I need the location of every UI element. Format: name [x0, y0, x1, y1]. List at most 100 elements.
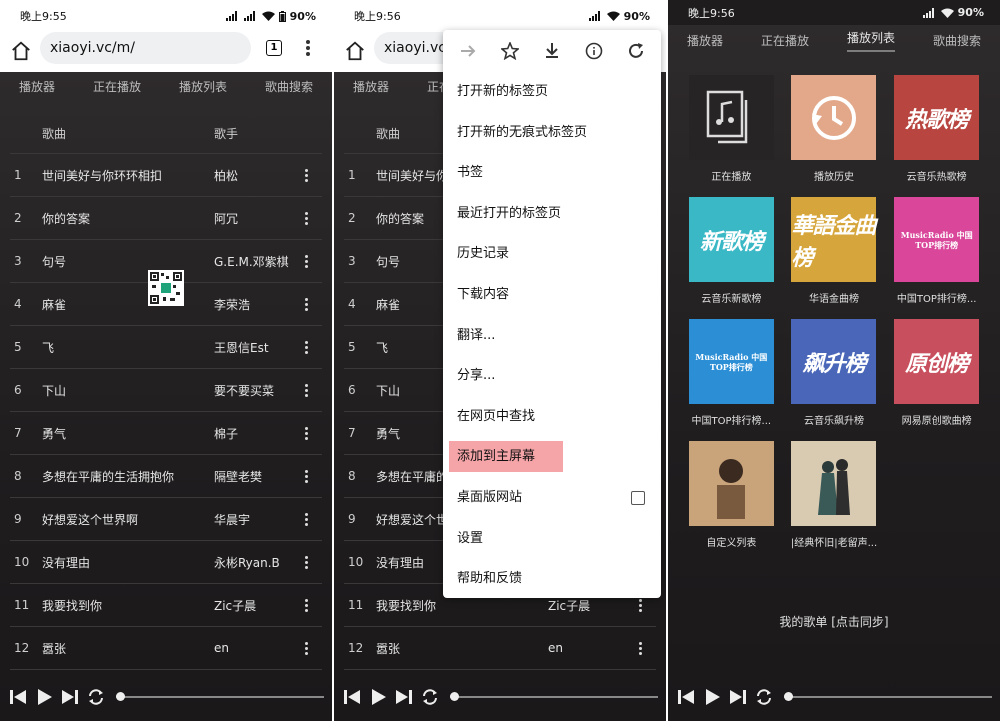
table-row[interactable]: 2 你的答案 阿冗: [10, 197, 322, 240]
menu-item-share[interactable]: 分享...: [443, 356, 661, 397]
table-row[interactable]: 7 勇气 棉子: [10, 412, 322, 455]
menu-item-settings[interactable]: 设置: [443, 519, 661, 560]
tab-playlist[interactable]: 播放列表: [846, 29, 895, 52]
playlist-cover[interactable]: [688, 75, 774, 160]
menu-item-new-tab[interactable]: 打开新的标签页: [443, 72, 661, 113]
tab-now-playing[interactable]: 正在播放: [87, 78, 147, 95]
row-more-icon[interactable]: [298, 339, 314, 356]
progress-knob[interactable]: [784, 692, 793, 701]
menu-item-translate[interactable]: 翻译...: [443, 316, 661, 357]
playlist-cover[interactable]: 飙升榜: [791, 319, 877, 404]
playlist-cover[interactable]: [791, 441, 877, 526]
playlist-tile[interactable]: 播放历史: [783, 75, 886, 183]
next-icon[interactable]: [60, 687, 80, 707]
tab-switcher-button[interactable]: 1: [266, 40, 282, 56]
download-icon[interactable]: [541, 40, 563, 62]
menu-item-desktop-site[interactable]: 桌面版网站: [443, 478, 661, 519]
browser-menu-button[interactable]: [300, 38, 316, 60]
repeat-icon[interactable]: [420, 687, 440, 707]
next-icon[interactable]: [394, 687, 414, 707]
row-more-icon[interactable]: [298, 425, 314, 442]
playlist-tile[interactable]: 華語金曲榜 华语金曲榜: [783, 197, 886, 305]
table-row[interactable]: 11 我要找到你 Zic子晨: [10, 584, 322, 627]
url-field[interactable]: xiaoyi.vc/m/: [40, 32, 251, 64]
tab-player[interactable]: 播放器: [687, 32, 723, 49]
progress-knob[interactable]: [116, 692, 125, 701]
playlist-cover[interactable]: [688, 441, 774, 526]
row-more-icon[interactable]: [632, 640, 648, 657]
progress-knob[interactable]: [450, 692, 459, 701]
table-row[interactable]: 12 嚣张 en: [10, 627, 322, 670]
previous-icon[interactable]: [676, 687, 696, 707]
row-more-icon[interactable]: [298, 554, 314, 571]
playlist-cover[interactable]: [791, 75, 877, 160]
play-icon[interactable]: [702, 687, 722, 707]
playlist-tile[interactable]: 新歌榜 云音乐新歌榜: [680, 197, 783, 305]
forward-icon[interactable]: [457, 40, 479, 62]
previous-icon[interactable]: [342, 687, 362, 707]
desktop-site-checkbox[interactable]: [631, 490, 645, 505]
table-row[interactable]: 1 世间美好与你环环相扣 柏松: [10, 154, 322, 197]
repeat-icon[interactable]: [754, 687, 774, 707]
playlist-tile[interactable]: 自定义列表: [680, 441, 783, 549]
table-row[interactable]: 10 没有理由 永彬Ryan.B: [10, 541, 322, 584]
row-more-icon[interactable]: [298, 597, 314, 614]
menu-item-new-incognito-tab[interactable]: 打开新的无痕式标签页: [443, 113, 661, 154]
tab-player[interactable]: 播放器: [13, 78, 61, 95]
bookmark-star-icon[interactable]: [499, 40, 521, 62]
home-icon[interactable]: [10, 40, 32, 62]
menu-item-downloads[interactable]: 下载内容: [443, 275, 661, 316]
row-more-icon[interactable]: [298, 640, 314, 657]
repeat-icon[interactable]: [86, 687, 106, 707]
playlist-cover[interactable]: 原创榜: [894, 319, 980, 404]
artist-name: en: [548, 641, 563, 655]
refresh-icon[interactable]: [625, 40, 647, 62]
table-row[interactable]: 5 飞 王恩信Est: [10, 326, 322, 369]
info-icon[interactable]: [583, 40, 605, 62]
row-more-icon[interactable]: [298, 468, 314, 485]
playlist-tile[interactable]: 飙升榜 云音乐飙升榜: [783, 319, 886, 427]
playlist-tile[interactable]: 原创榜 网易原创歌曲榜: [885, 319, 988, 427]
row-more-icon[interactable]: [298, 253, 314, 270]
table-row[interactable]: 12 嚣张 en: [344, 627, 656, 670]
progress-bar[interactable]: [450, 692, 658, 701]
playlist-cover[interactable]: MusicRadio 中国TOP排行榜: [894, 197, 980, 282]
tab-song-search[interactable]: 歌曲搜索: [933, 32, 981, 49]
table-row[interactable]: 8 多想在平庸的生活拥抱你 隔壁老樊: [10, 455, 322, 498]
table-row[interactable]: 6 下山 要不要买菜: [10, 369, 322, 412]
tab-now-playing[interactable]: 正在播放: [761, 32, 809, 49]
playlist-cover[interactable]: 热歌榜: [894, 75, 980, 160]
row-more-icon[interactable]: [298, 382, 314, 399]
progress-bar[interactable]: [116, 692, 324, 701]
menu-item-recent-tabs[interactable]: 最近打开的标签页: [443, 194, 661, 235]
playlist-tile[interactable]: 正在播放: [680, 75, 783, 183]
previous-icon[interactable]: [8, 687, 28, 707]
playlist-cover[interactable]: 華語金曲榜: [791, 197, 877, 282]
row-more-icon[interactable]: [298, 511, 314, 528]
playlist-tile[interactable]: MusicRadio 中国TOP排行榜 中国TOP排行榜...: [680, 319, 783, 427]
playlist-tile[interactable]: |经典怀旧|老留声...: [783, 441, 886, 549]
tab-song-search[interactable]: 歌曲搜索: [259, 78, 319, 95]
my-playlists-sync-link[interactable]: 我的歌单 [点击同步]: [668, 613, 1000, 630]
menu-item-bookmarks[interactable]: 书签: [443, 153, 661, 194]
menu-item-help-feedback[interactable]: 帮助和反馈: [443, 559, 661, 600]
playlist-label: 云音乐飙升榜: [803, 416, 864, 427]
tab-playlist[interactable]: 播放列表: [173, 78, 233, 95]
row-more-icon[interactable]: [298, 167, 314, 184]
menu-item-history[interactable]: 历史记录: [443, 234, 661, 275]
menu-item-find-in-page[interactable]: 在网页中查找: [443, 397, 661, 438]
next-icon[interactable]: [728, 687, 748, 707]
playlist-tile[interactable]: 热歌榜 云音乐热歌榜: [885, 75, 988, 183]
progress-bar[interactable]: [784, 692, 992, 701]
row-more-icon[interactable]: [298, 296, 314, 313]
tab-player[interactable]: 播放器: [347, 78, 395, 95]
playlist-cover[interactable]: 新歌榜: [688, 197, 774, 282]
playlist-tile[interactable]: MusicRadio 中国TOP排行榜 中国TOP排行榜...: [885, 197, 988, 305]
play-icon[interactable]: [34, 687, 54, 707]
playlist-cover[interactable]: MusicRadio 中国TOP排行榜: [688, 319, 774, 404]
table-row[interactable]: 9 好想爱这个世界啊 华晨宇: [10, 498, 322, 541]
home-icon[interactable]: [344, 40, 366, 62]
row-more-icon[interactable]: [298, 210, 314, 227]
menu-item-add-to-home-screen[interactable]: 添加到主屏幕: [443, 437, 661, 478]
play-icon[interactable]: [368, 687, 388, 707]
